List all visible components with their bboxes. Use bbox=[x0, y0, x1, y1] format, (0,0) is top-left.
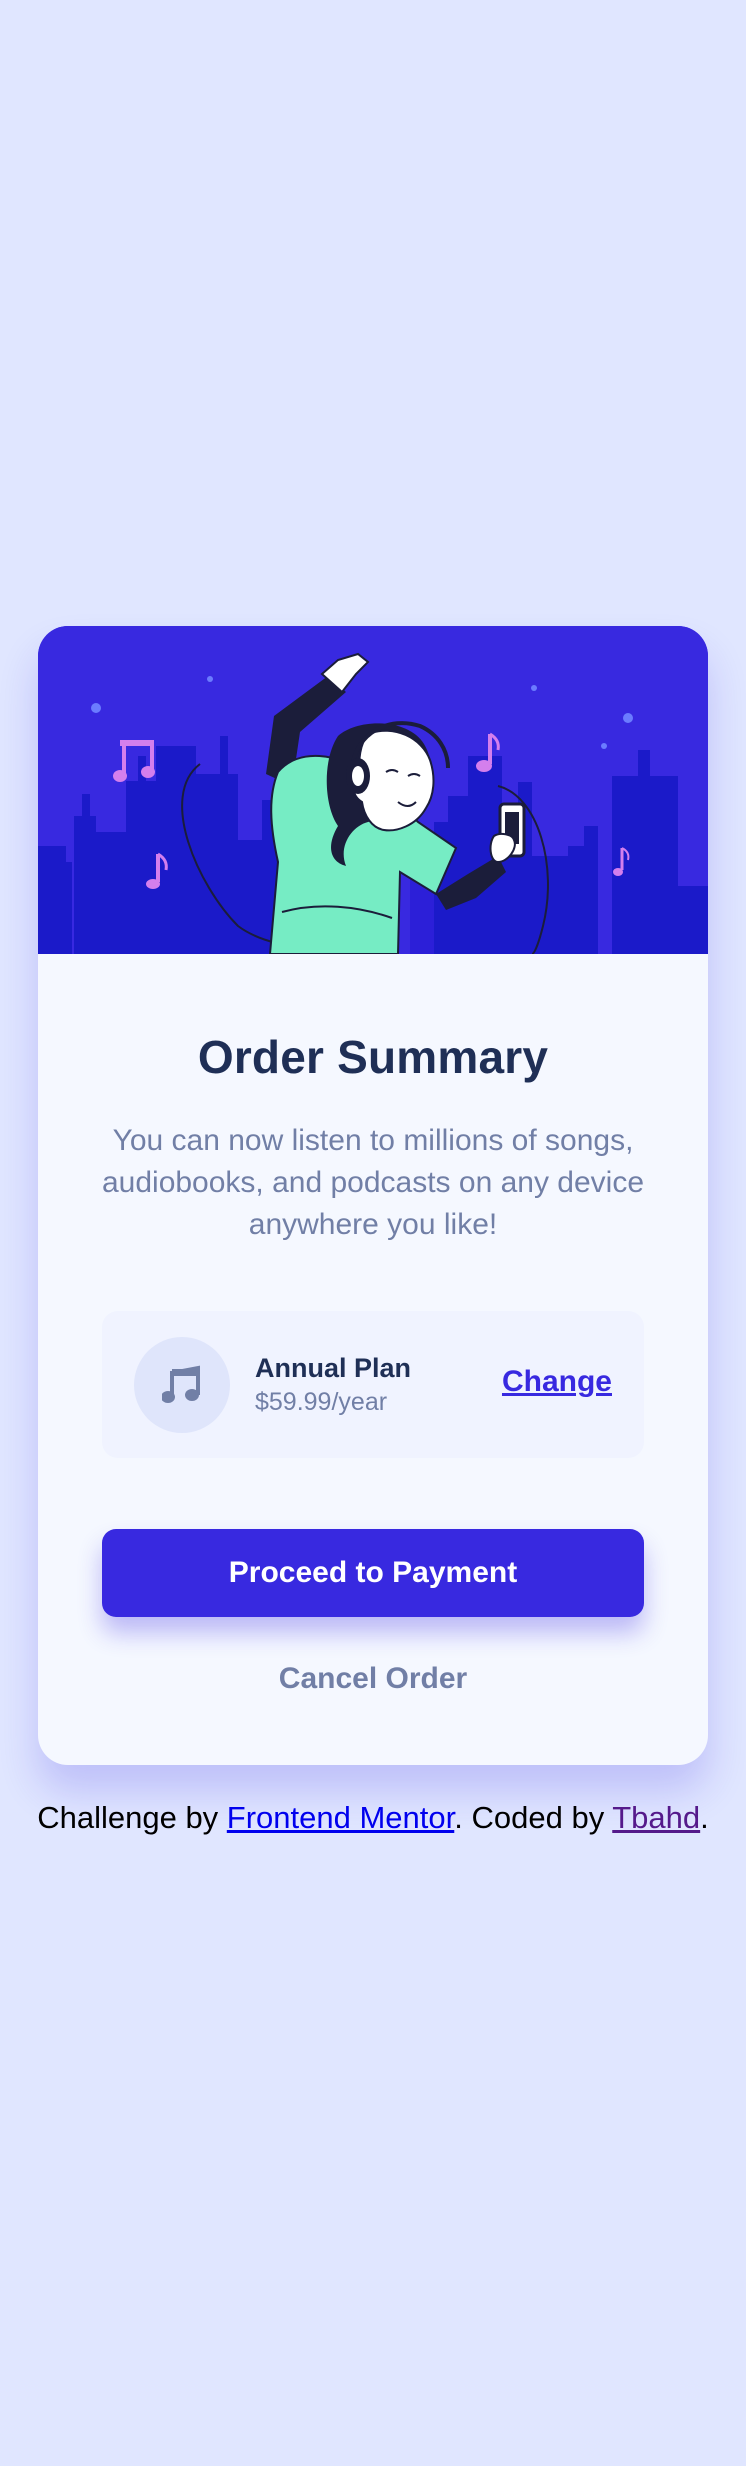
attribution: Challenge by Frontend Mentor. Coded by T… bbox=[0, 1800, 746, 1836]
frontend-mentor-link[interactable]: Frontend Mentor bbox=[227, 1800, 454, 1835]
attribution-middle: . Coded by bbox=[454, 1800, 613, 1835]
page-title: Order Summary bbox=[197, 1031, 549, 1083]
plan-summary: Annual Plan $59.99/year Change bbox=[102, 1311, 644, 1458]
order-description: You can now listen to millions of songs,… bbox=[101, 1124, 645, 1241]
music-note-icon bbox=[134, 1337, 230, 1433]
plan-price: $59.99/year bbox=[255, 1388, 388, 1416]
attribution-suffix: . bbox=[700, 1800, 709, 1835]
change-plan-link[interactable]: Change bbox=[502, 1365, 612, 1399]
cancel-order-button[interactable]: Cancel Order bbox=[102, 1654, 644, 1704]
hero-illustration-image bbox=[38, 626, 708, 954]
attribution-prefix: Challenge by bbox=[37, 1800, 227, 1835]
author-link[interactable]: Tbahd bbox=[612, 1800, 700, 1835]
order-summary-card: Order Summary You can now listen to mill… bbox=[38, 626, 708, 1765]
hero-illustration bbox=[38, 626, 708, 954]
plan-name: Annual Plan bbox=[255, 1353, 412, 1383]
proceed-to-payment-button[interactable]: Proceed to Payment bbox=[102, 1529, 644, 1617]
